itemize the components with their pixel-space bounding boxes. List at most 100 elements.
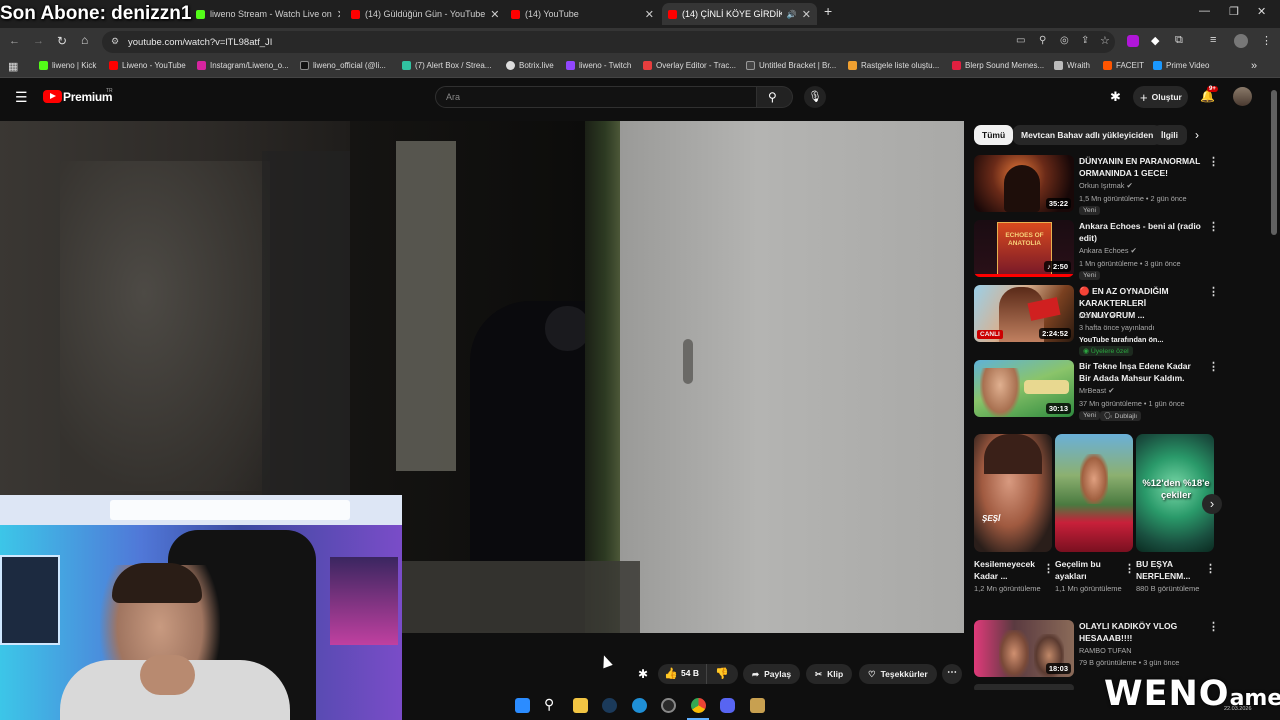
app-icon[interactable] [750,698,765,713]
browser-tab-guldugun-gun[interactable]: (14) Güldüğün Gün - YouTube ✕ [345,3,500,25]
recommendation-item[interactable]: 30:13 Bir Tekne İnşa Edene Kadar Bir Ada… [974,360,1220,421]
video-thumbnail[interactable]: ECHOES OF ANATOLIA ♪ 2:50 [974,220,1074,277]
video-title[interactable]: OLAYLI KADIKÖY VLOG HESAAAB!!!! [1079,620,1204,644]
bookmark-item[interactable]: Botrix.live [506,61,554,70]
search-input[interactable]: Ara [435,86,757,108]
site-info-icon[interactable]: ⚙ [111,36,119,47]
bookmark-item[interactable]: Wraith [1054,61,1090,70]
bookmark-item[interactable]: liweno - Twitch [566,61,631,70]
more-bookmarks-icon[interactable]: » [1251,60,1257,72]
video-title[interactable]: Bir Tekne İnşa Edene Kadar Bir Adada Mah… [1079,360,1204,384]
bookmark-item[interactable]: Overlay Editor - Trac... [643,61,736,70]
apps-grid-icon[interactable]: ▦ [8,60,18,73]
chip-uploader[interactable]: Mevtcan Bahav adlı yükleyiciden [1013,125,1162,145]
recommendation-item[interactable]: 35:22 DÜNYANIN EN PARANORMAL ORMANINDA 1… [974,155,1220,215]
account-avatar[interactable] [1233,87,1252,106]
video-thumbnail[interactable]: CANLI 2:24:52 [974,285,1074,342]
recommendation-item[interactable]: ECHOES OF ANATOLIA ♪ 2:50 Ankara Echoes … [974,220,1220,280]
short-title[interactable]: Geçelim bu ayakları [1055,558,1121,582]
steam-icon[interactable] [602,698,617,713]
video-thumbnail[interactable]: 35:22 [974,155,1074,212]
menu-kebab-icon[interactable]: ⋮ [1261,34,1272,47]
browser-tab-youtube[interactable]: (14) YouTube ✕ [505,3,660,25]
close-icon[interactable]: ✕ [337,8,340,21]
close-icon[interactable]: ✕ [645,8,654,21]
close-window-icon[interactable]: ✕ [1257,5,1266,18]
thanks-button[interactable]: ♡ Teşekkürler [859,664,937,684]
search-button[interactable]: ⚲ [757,86,793,108]
channel-name[interactable]: RAMBO TUFAN [1079,646,1132,655]
more-actions-icon[interactable]: ⋮ [1208,287,1219,298]
chrome-icon[interactable] [691,698,706,713]
bookmark-item[interactable]: Rastgele liste oluştu... [848,61,939,70]
restore-icon[interactable]: ❐ [1229,5,1239,18]
dislike-icon[interactable]: 👎 [715,667,729,680]
back-icon[interactable]: ← [9,35,20,47]
video-thumbnail[interactable]: 30:13 [974,360,1074,417]
bookmark-item[interactable]: (7) Alert Box / Strea... [402,61,491,70]
extension-diamond-icon[interactable]: ◆ [1151,34,1159,47]
extension-action-icon[interactable]: ✱ [638,667,648,681]
short-title[interactable]: BU EŞYA NERFLENM... [1136,558,1202,582]
close-icon[interactable]: ✕ [490,8,499,21]
video-title[interactable]: DÜNYANIN EN PARANORMAL ORMANINDA 1 GECE! [1079,155,1204,179]
hamburger-menu-icon[interactable]: ☰ [15,89,28,106]
short-item[interactable]: %12'den %18'e çekiler BU EŞYA NERFLENM..… [1136,434,1216,594]
chip-all[interactable]: Tümü [974,125,1014,145]
chips-next-icon[interactable]: › [1195,128,1199,142]
discord-icon[interactable] [720,698,735,713]
short-thumbnail[interactable]: %12'den %18'e çekiler [1136,434,1214,552]
browser-tab-active[interactable]: (14) ÇİNLİ KÖYE GİRDİK GİI 🔊 ✕ [662,3,817,25]
profile-avatar[interactable] [1234,34,1248,48]
windows-start-icon[interactable] [515,698,530,713]
short-item[interactable]: Geçelim bu ayakları 1,1 Mn görüntüleme ⋮ [1055,434,1135,594]
short-item[interactable]: ŞEŞİ Kesilemeyecek Kadar ... 1,2 Mn görü… [974,434,1054,594]
close-icon[interactable]: ✕ [802,8,811,21]
reload-icon[interactable]: ↻ [57,34,67,48]
zoom-icon[interactable]: ⚲ [1039,35,1046,46]
more-actions-button[interactable]: ⋯ [942,664,962,684]
edge-icon[interactable] [632,698,647,713]
more-actions-icon[interactable]: ⋮ [1208,222,1219,233]
more-actions-icon[interactable]: ⋮ [1208,157,1219,168]
shorts-next-icon[interactable]: › [1202,494,1222,514]
bookmark-item[interactable]: FACEIT [1103,61,1144,70]
bookmark-item[interactable]: Instagram/Liweno_o... [197,61,289,70]
settings-app-icon[interactable] [661,698,676,713]
youtube-logo-icon[interactable] [43,90,62,103]
short-thumbnail[interactable]: ŞEŞİ [974,434,1052,552]
home-icon[interactable]: ⌂ [81,33,88,47]
like-count[interactable]: 54 B [681,668,699,678]
clip-button[interactable]: ✂ Klip [806,664,853,684]
taskbar-search-icon[interactable]: ⚲ [544,696,554,713]
share-icon[interactable]: ⇪ [1081,35,1089,46]
bookmark-item[interactable]: Blerp Sound Memes... [952,61,1044,70]
bookmark-item[interactable]: liweno_official (@li... [300,61,386,70]
new-tab-button[interactable]: + [824,3,832,19]
forward-icon[interactable]: → [33,35,44,47]
extension-twitch-icon[interactable] [1127,35,1139,47]
bookmark-item[interactable]: Prime Video [1153,61,1209,70]
more-actions-icon[interactable]: ⋮ [1124,562,1135,575]
more-actions-icon[interactable]: ⋮ [1043,562,1054,575]
channel-name[interactable]: Ankara Echoes ✔ [1079,246,1137,255]
more-actions-icon[interactable]: ⋮ [1208,362,1219,373]
bookmark-star-icon[interactable]: ☆ [1100,34,1110,47]
more-actions-icon[interactable]: ⋮ [1205,562,1216,575]
file-explorer-icon[interactable] [573,698,588,713]
youtube-premium-logo[interactable]: Premium [63,90,113,104]
obs-extension-icon[interactable]: ✱ [1110,89,1121,105]
channel-name[interactable]: Adro LoL ✔ [1079,311,1117,320]
speaker-icon[interactable]: 🔊 [787,10,797,19]
extensions-puzzle-icon[interactable]: ⧉ [1175,34,1183,47]
page-scrollbar[interactable] [1271,90,1277,235]
chip-related[interactable]: İlgili [1153,125,1187,145]
recommendation-item[interactable]: CANLI 2:24:52 🔴 EN AZ OYNADIĞIM KARAKTER… [974,285,1220,356]
eye-off-icon[interactable]: ◎ [1060,35,1069,46]
create-button[interactable]: + Oluştur [1133,86,1188,108]
browser-tab-kick[interactable]: liweno Stream - Watch Live on ✕ [190,3,340,25]
tab-search-icon[interactable]: ≡ [1210,34,1216,46]
share-button[interactable]: ➦ Paylaş [743,664,801,684]
bookmark-item[interactable]: Untitled Bracket | Br... [746,61,836,70]
like-icon[interactable]: 👍 [664,667,678,680]
